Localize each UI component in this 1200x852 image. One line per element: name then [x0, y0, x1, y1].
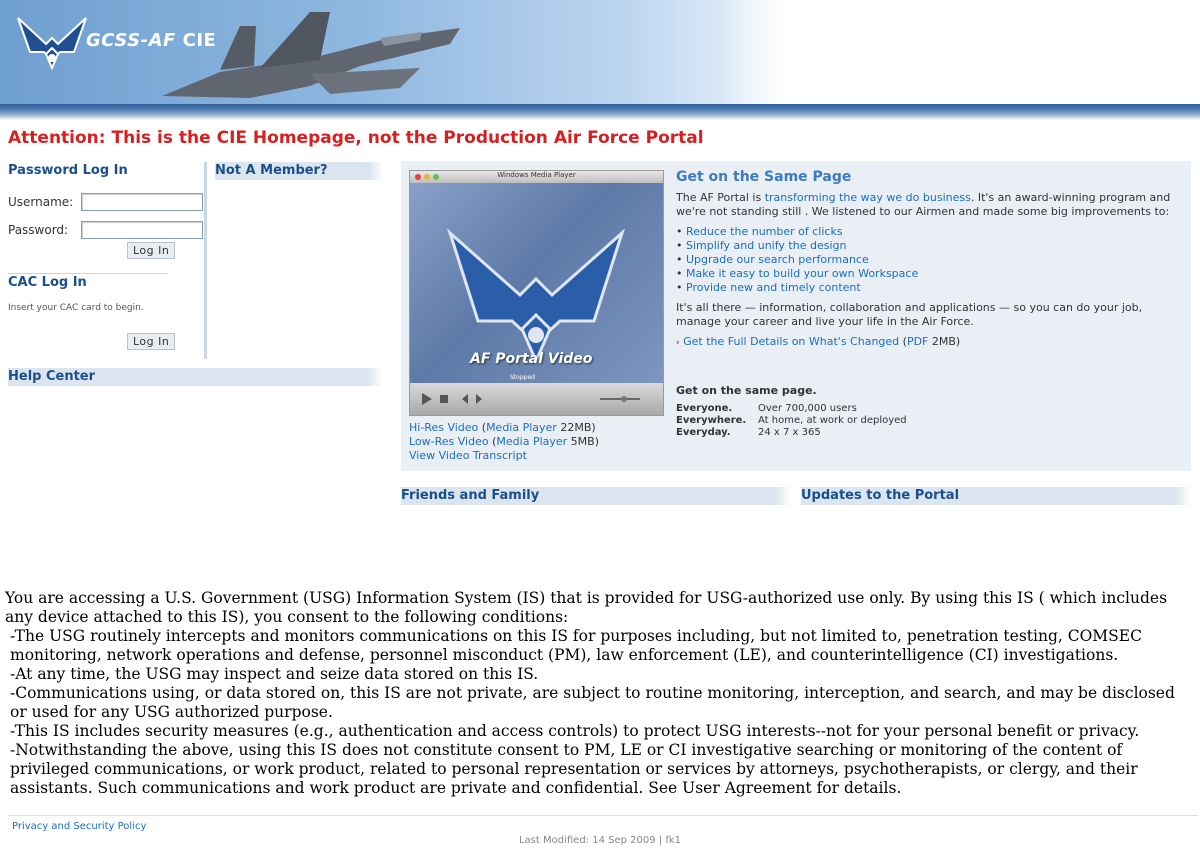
friends-family-title: Friends and Family: [401, 488, 540, 503]
player-window-title: Windows Media Player: [497, 171, 576, 179]
details-row: › Get the Full Details on What's Changed…: [676, 335, 961, 348]
video-transcript-link[interactable]: View Video Transcript: [409, 449, 527, 462]
footer-divider: [8, 815, 1198, 816]
updates-header: Updates to the Portal: [801, 487, 1191, 505]
password-login-title: Password Log In: [8, 163, 128, 178]
last-modified: Last Modified: 14 Sep 2009 | fk1: [518, 835, 681, 846]
lores-row: Low-Res Video (Media Player 5MB): [409, 435, 599, 448]
play-controls-icon[interactable]: [410, 383, 663, 415]
login-panel: Password Log In Username: Password: Log …: [8, 162, 207, 359]
stat-key: Everyday.: [676, 427, 731, 438]
player-controls: [410, 383, 663, 415]
video-links: Hi-Res Video (Media Player 22MB) Low-Res…: [409, 421, 599, 463]
password-label: Password:: [8, 223, 69, 237]
legal-item: -At any time, the USG may inspect and se…: [10, 665, 539, 683]
friends-family-header: Friends and Family: [401, 487, 791, 505]
cac-note: Insert your CAC card to begin.: [8, 303, 144, 313]
header-banner: GCSS-AF CIE: [0, 0, 1200, 120]
banner-bar: [0, 104, 1200, 120]
legal-item: -Notwithstanding the above, using this I…: [10, 741, 1138, 797]
password-login-button[interactable]: Log In: [127, 242, 176, 259]
stat-value: Over 700,000 users: [758, 403, 857, 414]
bullet-link[interactable]: Provide new and timely content: [686, 281, 861, 294]
stat-value: 24 x 7 x 365: [758, 427, 821, 438]
help-center-title[interactable]: Help Center: [8, 369, 95, 384]
table-row: Everywhere. At home, at work or deployed: [676, 415, 915, 427]
legal-item: -The USG routinely intercepts and monito…: [10, 627, 1142, 664]
list-item: Simplify and unify the design: [676, 239, 1181, 253]
password-input[interactable]: [81, 221, 203, 239]
jet-image-icon: [162, 12, 460, 98]
bullet-link[interactable]: Reduce the number of clicks: [686, 225, 843, 238]
not-member-title: Not A Member?: [215, 163, 328, 178]
hires-video-link[interactable]: Hi-Res Video: [409, 421, 478, 434]
legal-intro: You are accessing a U.S. Government (USG…: [5, 589, 1168, 626]
feature-intro: The AF Portal is transforming the way we…: [676, 191, 1181, 219]
feature-title: Get on the Same Page: [676, 169, 852, 185]
lores-player-link[interactable]: Media Player: [496, 435, 567, 448]
legal-item: -This IS includes security measures (e.g…: [10, 722, 1140, 740]
stats-table: Everyone. Over 700,000 users Everywhere. A…: [676, 403, 915, 439]
hires-size: 22MB): [560, 421, 596, 434]
table-row: Everyone. Over 700,000 users: [676, 403, 915, 415]
transforming-link[interactable]: transforming the way we do business: [765, 191, 971, 204]
bullet-link[interactable]: Upgrade our search performance: [686, 253, 869, 266]
usg-legal-notice: You are accessing a U.S. Government (USG…: [5, 589, 1190, 798]
feature-panel: Windows Media Player AF Portal Video Sto…: [401, 161, 1191, 471]
stat-key: Everyone.: [676, 403, 733, 414]
air-force-wings-icon: [17, 17, 87, 71]
lores-size: 5MB): [570, 435, 599, 448]
cac-divider: [8, 273, 168, 274]
legal-item: -Communications using, or data stored on…: [10, 684, 1175, 721]
list-item: Upgrade our search performance: [676, 253, 1181, 267]
hires-player-link[interactable]: Media Player: [486, 421, 557, 434]
help-center-header: Help Center: [8, 368, 383, 386]
bullet-link[interactable]: Simplify and unify the design: [686, 239, 846, 252]
updates-title: Updates to the Portal: [801, 488, 960, 503]
hires-row: Hi-Res Video (Media Player 22MB): [409, 421, 596, 434]
same-page-section: Get on the Same Page The AF Portal is tr…: [676, 169, 1181, 439]
feature-closing: It's all there — information, collaborat…: [676, 301, 1143, 328]
list-item: Reduce the number of clicks: [676, 225, 1181, 239]
intro-prefix: The AF Portal is: [676, 191, 765, 204]
pdf-size: 2MB): [931, 335, 961, 348]
pdf-link[interactable]: PDF: [907, 335, 928, 348]
list-item: Make it easy to build your own Workspace: [676, 267, 1181, 281]
stat-key: Everywhere.: [676, 415, 747, 426]
player-titlebar: Windows Media Player: [410, 171, 663, 183]
privacy-policy-link[interactable]: Privacy and Security Policy: [12, 821, 146, 832]
improvement-list: Reduce the number of clicks Simplify and…: [676, 225, 1181, 295]
lores-video-link[interactable]: Low-Res Video: [409, 435, 489, 448]
arrow-right-icon: ›: [676, 338, 680, 348]
video-status: Stopped: [510, 374, 535, 381]
bullet-link[interactable]: Make it easy to build your own Workspace: [686, 267, 918, 280]
cac-login-button[interactable]: Log In: [127, 333, 176, 350]
table-row: Everyday. 24 x 7 x 365: [676, 427, 915, 439]
attention-message: Attention: This is the CIE Homepage, not…: [8, 128, 704, 148]
username-label: Username:: [8, 195, 74, 209]
cac-login-title: CAC Log In: [8, 275, 87, 290]
not-member-header: Not A Member?: [215, 162, 383, 180]
full-details-link[interactable]: Get the Full Details on What's Changed: [683, 335, 899, 348]
video-caption: AF Portal Video: [470, 351, 593, 367]
stat-value: At home, at work or deployed: [758, 415, 907, 426]
same-page-heading: Get on the same page.: [676, 384, 817, 397]
video-player[interactable]: Windows Media Player AF Portal Video Sto…: [409, 170, 664, 416]
list-item: Provide new and timely content: [676, 281, 1181, 295]
username-input[interactable]: [81, 193, 203, 211]
